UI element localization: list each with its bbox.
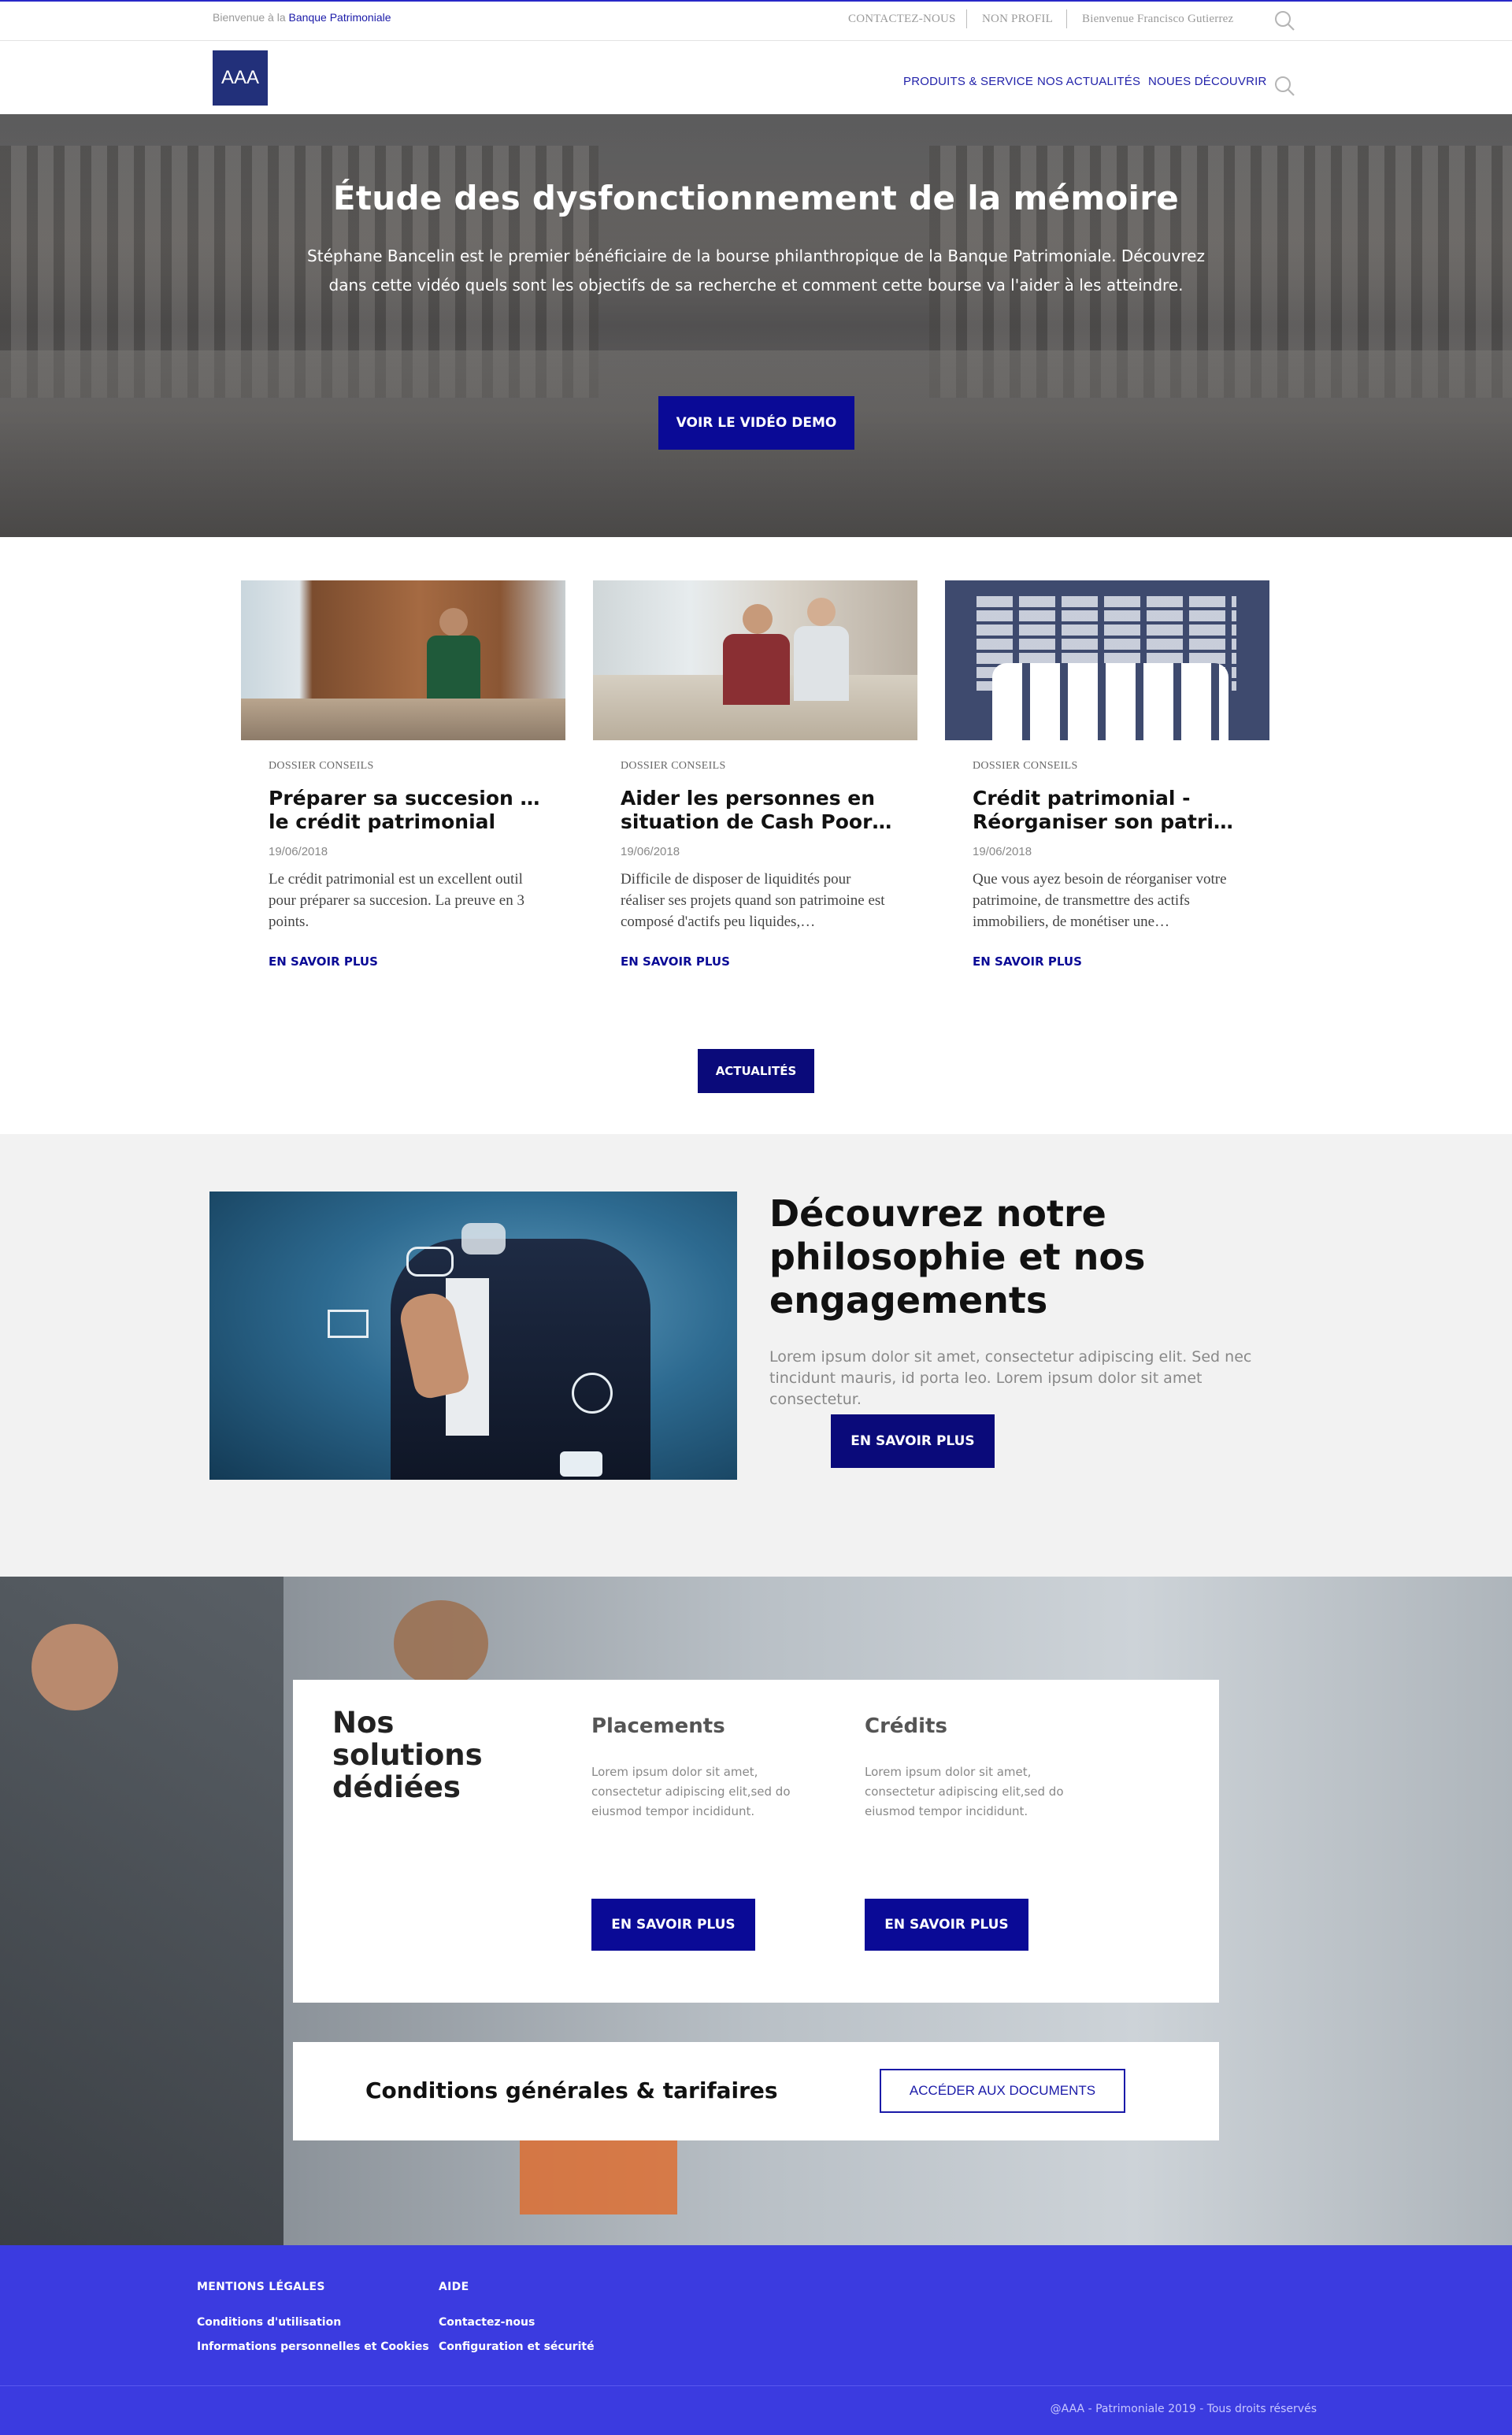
card-date: 19/06/2018	[973, 845, 1032, 858]
office-man-image[interactable]	[241, 580, 565, 740]
card-title[interactable]: Aider les personnes en situation de Cash…	[621, 787, 892, 834]
user-greeting[interactable]: Bienvenue Francisco Gutierrez	[1082, 13, 1233, 26]
hero-description: Stéphane Bancelin est le premier bénéfic…	[307, 246, 1205, 295]
card-title[interactable]: Crédit patrimonial - Réorganiser son pat…	[973, 787, 1244, 834]
copyright: @AAA - Patrimoniale 2019 - Tous droits r…	[1050, 2403, 1317, 2415]
nav-decouvrir[interactable]: NOUES DÉCOUVRIR	[1148, 75, 1267, 88]
philosophy-title: Découvrez notre philosophie et nos engag…	[769, 1192, 1146, 1321]
contact-link[interactable]: CONTACTEZ-NOUS	[848, 13, 956, 26]
nav-actualites[interactable]: NOS ACTUALITÉS	[1037, 75, 1140, 88]
read-more-link[interactable]: EN SAVOIR PLUS	[269, 954, 378, 969]
access-documents-button[interactable]: ACCÉDER AUX DOCUMENTS	[880, 2069, 1125, 2113]
profile-link[interactable]: NON PROFIL	[982, 13, 1053, 26]
solution-heading: Crédits	[865, 1714, 947, 1738]
conditions-card: Conditions générales & tarifaires ACCÉDE…	[293, 2042, 1219, 2140]
card-category: DOSSIER CONSEILS	[973, 760, 1078, 772]
main-navigation: AAA PRODUITS & SERVICE NOS ACTUALITÉS NO…	[0, 42, 1512, 114]
card-title-line: Crédit patrimonial -	[973, 787, 1191, 810]
footer-link-contact[interactable]: Contactez-nous	[439, 2316, 535, 2329]
divider	[966, 9, 967, 28]
card-title-line: le crédit patrimonial	[269, 810, 496, 833]
search-icon[interactable]	[1273, 9, 1295, 32]
card-category: DOSSIER CONSEILS	[621, 760, 726, 772]
utility-bar: Bienvenue à la Banque Patrimoniale CONTA…	[0, 0, 1512, 41]
card-excerpt: Que vous ayez besoin de réorganiser votr…	[973, 871, 1227, 930]
card-date: 19/06/2018	[269, 845, 328, 858]
footer: MENTIONS LÉGALES Conditions d'utilisatio…	[0, 2245, 1512, 2435]
solution-text: Lorem ipsum dolor sit amet, consectetur …	[865, 1765, 1064, 1818]
card-title-line: Aider les personnes en	[621, 787, 876, 810]
footer-divider	[0, 2385, 1512, 2386]
footer-link-privacy[interactable]: Informations personnelles et Cookies	[197, 2340, 429, 2353]
divider	[1066, 9, 1067, 28]
solution-heading: Placements	[591, 1714, 725, 1738]
read-more-link[interactable]: EN SAVOIR PLUS	[973, 954, 1082, 969]
welcome-prefix: Bienvenue à la	[213, 11, 286, 24]
nav-produits-service[interactable]: PRODUITS & SERVICE	[903, 75, 1033, 88]
philosophy-more-button[interactable]: EN SAVOIR PLUS	[831, 1414, 995, 1468]
search-icon[interactable]	[1273, 75, 1295, 97]
people-city-illustration[interactable]	[945, 580, 1269, 740]
card-title-line: situation de Cash Poor/ Ca…	[621, 810, 892, 833]
footer-heading-help: AIDE	[439, 2281, 469, 2293]
logo[interactable]: AAA	[213, 50, 268, 106]
footer-heading-legal: MENTIONS LÉGALES	[197, 2281, 325, 2293]
philosophy-text: Lorem ipsum dolor sit amet, consectetur …	[769, 1348, 1252, 1408]
card-category: DOSSIER CONSEILS	[269, 760, 374, 772]
read-more-link[interactable]: EN SAVOIR PLUS	[621, 954, 730, 969]
actualites-button[interactable]: ACTUALITÉS	[698, 1049, 814, 1093]
card-excerpt: Le crédit patrimonial est un excellent o…	[269, 871, 524, 930]
two-men-image[interactable]	[593, 580, 917, 740]
card-excerpt: Difficile de disposer de liquidités pour…	[621, 871, 885, 930]
solution-text: Lorem ipsum dolor sit amet, consectetur …	[591, 1765, 791, 1818]
card-title-line: Réorganiser son patrimoin…	[973, 810, 1244, 833]
business-touch-image	[209, 1192, 737, 1480]
credits-more-button[interactable]: EN SAVOIR PLUS	[865, 1899, 1028, 1951]
card-date: 19/06/2018	[621, 845, 680, 858]
solutions-card: Nos solutions dédiées Placements Lorem i…	[293, 1680, 1219, 2003]
footer-link-security[interactable]: Configuration et sécurité	[439, 2340, 595, 2353]
card-title[interactable]: Préparer sa succesion avec le crédit pat…	[269, 787, 540, 834]
conditions-title: Conditions générales & tarifaires	[365, 2077, 778, 2103]
solutions-title: Nos solutions dédiées	[332, 1706, 483, 1804]
article-card[interactable]: DOSSIER CONSEILS Aider les personnes en …	[593, 580, 917, 982]
article-card[interactable]: DOSSIER CONSEILS Crédit patrimonial - Ré…	[945, 580, 1269, 982]
video-demo-button[interactable]: VOIR LE VIDÉO DEMO	[658, 396, 854, 450]
footer-link-terms[interactable]: Conditions d'utilisation	[197, 2316, 341, 2329]
hero-title: Étude des dysfonctionnement de la mémoir…	[332, 179, 1180, 217]
article-card[interactable]: DOSSIER CONSEILS Préparer sa succesion a…	[241, 580, 565, 982]
welcome-message: Bienvenue à la Banque Patrimoniale	[213, 11, 391, 24]
hero-banner: Étude des dysfonctionnement de la mémoir…	[0, 114, 1512, 537]
brand-name: Banque Patrimoniale	[288, 11, 391, 24]
placements-more-button[interactable]: EN SAVOIR PLUS	[591, 1899, 755, 1951]
card-title-line: Préparer sa succesion avec	[269, 787, 540, 810]
philosophy-section: Découvrez notre philosophie et nos engag…	[0, 1134, 1512, 1577]
